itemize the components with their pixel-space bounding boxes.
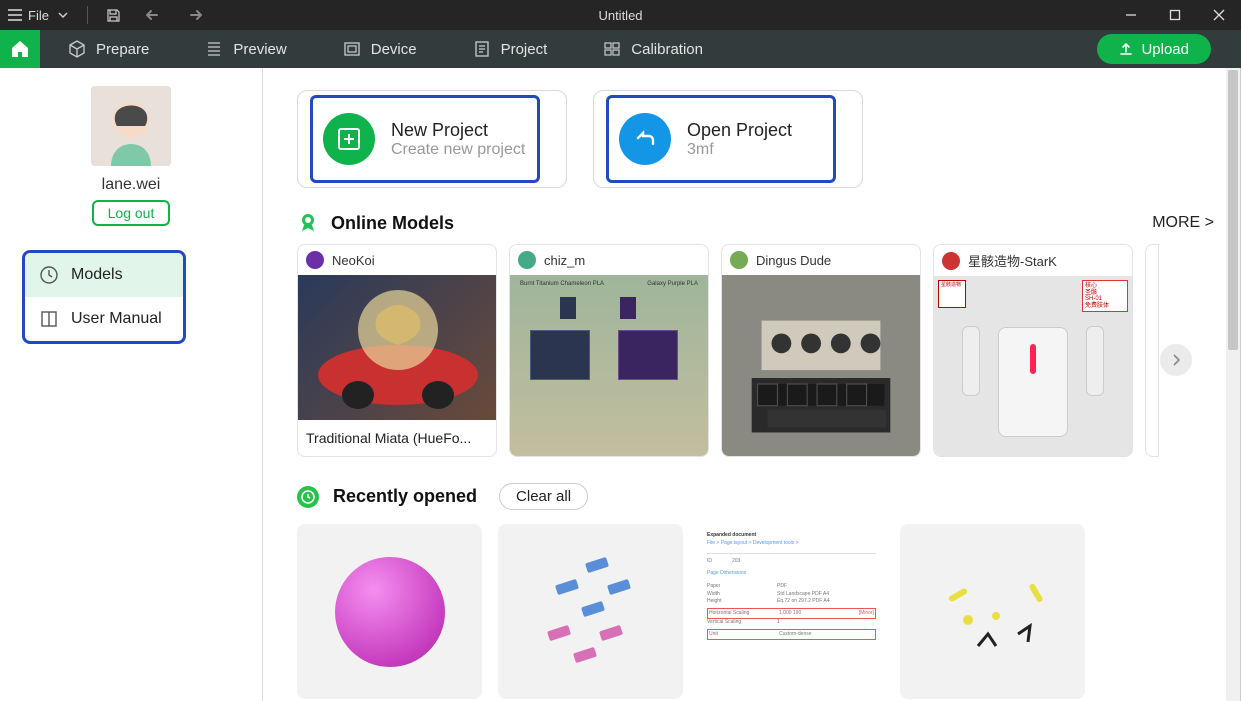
recent-item[interactable] <box>297 524 482 699</box>
avatar[interactable] <box>91 86 171 166</box>
model-name: Traditional Miata (HueFo... <box>298 420 496 456</box>
upload-icon <box>1119 42 1133 56</box>
logout-button[interactable]: Log out <box>92 200 171 226</box>
model-author: Dingus Dude <box>756 253 831 268</box>
open-project-icon <box>619 113 671 165</box>
recent-icon <box>297 486 319 508</box>
tab-device-label: Device <box>371 41 417 58</box>
book-icon <box>39 309 59 329</box>
model-card[interactable]: NeoKoi Traditional Miata (HueFo... <box>297 244 497 457</box>
undo-icon[interactable] <box>144 9 164 21</box>
recent-heading: Recently opened <box>333 486 477 507</box>
open-project-title: Open Project <box>687 120 792 141</box>
tab-calibration-label: Calibration <box>631 41 703 58</box>
hamburger-icon[interactable] <box>8 9 22 21</box>
new-project-sub: Create new project <box>391 141 525 159</box>
upload-button[interactable]: Upload <box>1097 34 1211 64</box>
tab-device[interactable]: Device <box>315 30 445 68</box>
open-project-sub: 3mf <box>687 141 792 159</box>
tab-project[interactable]: Project <box>445 30 576 68</box>
new-project-card[interactable]: New Project Create new project <box>297 90 567 188</box>
titlebar: File Untitled <box>0 0 1241 30</box>
upload-label: Upload <box>1141 41 1189 58</box>
model-thumb: Burnt Titanium Chameleon PLA Galaxy Purp… <box>510 275 708 457</box>
chevron-down-icon[interactable] <box>55 9 71 21</box>
content: New Project Create new project Open Proj… <box>263 68 1240 701</box>
tab-prepare[interactable]: Prepare <box>40 30 177 68</box>
model-author: NeoKoi <box>332 253 375 268</box>
model-card[interactable]: Dingus Dude Bambu Lab X1 and P1 Ser... <box>721 244 921 457</box>
tab-preview-label: Preview <box>233 41 286 58</box>
tab-preview[interactable]: Preview <box>177 30 314 68</box>
clock-icon <box>39 265 59 285</box>
model-author: 星骸造物-StarK <box>968 251 1057 270</box>
save-icon[interactable] <box>104 8 124 23</box>
model-author: chiz_m <box>544 253 585 268</box>
tab-prepare-label: Prepare <box>96 41 149 58</box>
online-models-heading: Online Models <box>331 213 454 234</box>
tab-project-label: Project <box>501 41 548 58</box>
model-card[interactable] <box>1145 244 1159 457</box>
home-button[interactable] <box>0 30 40 68</box>
model-card[interactable]: chiz_m Burnt Titanium Chameleon PLA Gala… <box>509 244 709 457</box>
main-toolbar: Prepare Preview Device Project Calibrati… <box>0 30 1241 68</box>
open-project-card[interactable]: Open Project 3mf <box>593 90 863 188</box>
recent-item[interactable] <box>498 524 683 699</box>
recent-item[interactable]: Expanded document File > Page layout > D… <box>699 524 884 699</box>
sidebar-item-models[interactable]: Models <box>25 253 183 297</box>
redo-icon[interactable] <box>184 9 204 21</box>
model-card[interactable]: 星骸造物-StarK 星骸造物 核心圣骸SH-01免费肢体 《sacru oss… <box>933 244 1133 457</box>
sidebar: lane.wei Log out Models User Manual <box>0 68 263 701</box>
file-menu[interactable]: File <box>28 8 49 23</box>
sidebar-item-manual[interactable]: User Manual <box>25 297 183 341</box>
model-thumb <box>722 275 920 457</box>
tab-calibration[interactable]: Calibration <box>575 30 731 68</box>
username: lane.wei <box>102 176 161 194</box>
minimize-button[interactable] <box>1109 0 1153 30</box>
scrollbar[interactable] <box>1226 68 1240 701</box>
online-models-icon <box>297 212 319 234</box>
recent-item[interactable] <box>900 524 1085 699</box>
sidebar-item-label: User Manual <box>71 310 162 328</box>
sidebar-item-label: Models <box>71 266 123 284</box>
model-thumb: 星骸造物 核心圣骸SH-01免费肢体 <box>934 276 1132 457</box>
new-project-title: New Project <box>391 120 525 141</box>
carousel-next[interactable] <box>1160 344 1192 376</box>
clear-all-button[interactable]: Clear all <box>499 483 588 510</box>
new-project-icon <box>323 113 375 165</box>
model-thumb <box>298 275 496 420</box>
close-button[interactable] <box>1197 0 1241 30</box>
more-link[interactable]: MORE > <box>1152 214 1214 232</box>
maximize-button[interactable] <box>1153 0 1197 30</box>
